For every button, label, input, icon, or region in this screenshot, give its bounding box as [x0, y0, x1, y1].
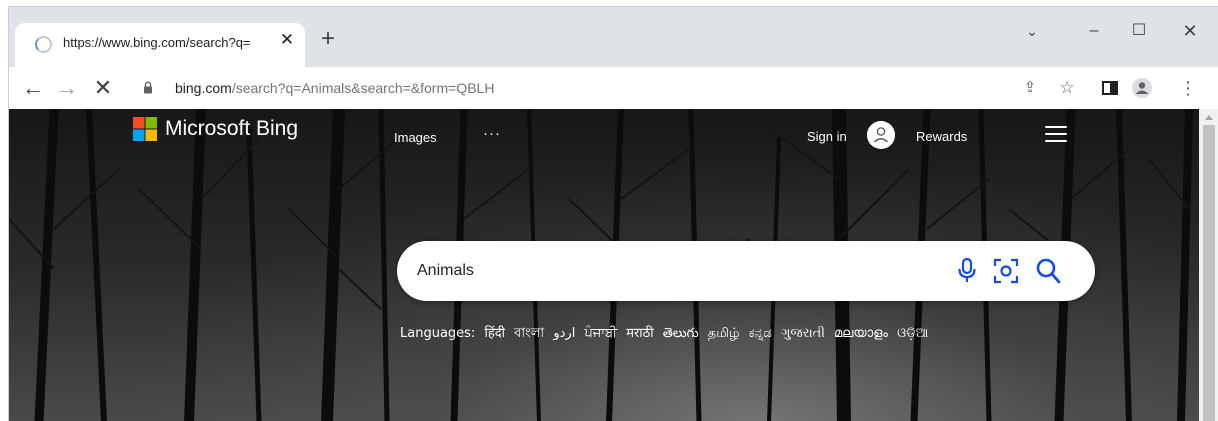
- rewards-link[interactable]: Rewards: [916, 129, 967, 144]
- lock-icon[interactable]: [143, 81, 153, 94]
- microphone-icon[interactable]: [956, 257, 978, 285]
- tab-title: https://www.bing.com/search?q=: [63, 35, 251, 50]
- url-text: bing.com/search?q=Animals&search=&form=Q…: [175, 80, 494, 96]
- bing-header: Microsoft Bing Images ··· Sign in Reward…: [9, 109, 1199, 169]
- language-link-kannada[interactable]: ಕನ್ನಡ: [749, 326, 772, 341]
- address-bar[interactable]: bing.com/search?q=Animals&search=&form=Q…: [127, 73, 1087, 103]
- hamburger-line: [1045, 126, 1067, 128]
- visual-search-icon[interactable]: [993, 258, 1019, 284]
- forward-button[interactable]: →: [53, 74, 81, 102]
- close-window-button[interactable]: ✕: [1175, 19, 1205, 43]
- logo-square-red: [133, 117, 145, 129]
- hamburger-menu-icon[interactable]: [1045, 126, 1067, 144]
- spinner-icon: [35, 36, 52, 53]
- search-input[interactable]: [417, 259, 937, 283]
- maximize-button[interactable]: ☐: [1124, 19, 1154, 43]
- language-link-tamil[interactable]: தமிழ்: [708, 326, 740, 341]
- language-link-malayalam[interactable]: മലയാളം: [834, 326, 888, 341]
- hamburger-line: [1045, 140, 1067, 142]
- page-viewport: Microsoft Bing Images ··· Sign in Reward…: [9, 109, 1218, 421]
- back-button[interactable]: ←: [19, 74, 47, 102]
- new-tab-button[interactable]: +: [315, 27, 341, 53]
- search-box[interactable]: [397, 241, 1095, 301]
- language-link-gujarati[interactable]: ગુજરાતી: [781, 326, 825, 341]
- browser-toolbar: ← → ✕ bing.com/search?q=Animals&search=&…: [9, 67, 1218, 109]
- language-link-bangla[interactable]: বাংলা: [514, 326, 544, 341]
- url-path: /search?q=Animals&search=&form=QBLH: [231, 80, 495, 96]
- language-link-hindi[interactable]: हिंदी: [484, 326, 505, 341]
- languages-row: Languages: हिंदी বাংলা اردو ਪੰਜਾਬੀ मराठी…: [400, 323, 928, 345]
- scrollbar-thumb[interactable]: [1203, 125, 1215, 421]
- logo-square-green: [145, 117, 157, 129]
- browser-window: https://www.bing.com/search?q= ✕ + ⌄ – ☐…: [8, 6, 1218, 421]
- languages-label: Languages:: [400, 326, 476, 341]
- hamburger-line: [1045, 133, 1067, 135]
- logo-square-yellow: [145, 129, 157, 141]
- more-menu-icon[interactable]: ···: [483, 125, 501, 142]
- language-link-marathi[interactable]: मराठी: [626, 326, 653, 341]
- tab-search-chevron-icon[interactable]: ⌄: [1017, 19, 1047, 43]
- vertical-scrollbar[interactable]: [1199, 109, 1218, 421]
- url-host: bing.com: [175, 80, 232, 96]
- sign-in-link[interactable]: Sign in: [807, 129, 847, 144]
- tab-close-icon[interactable]: ✕: [277, 30, 297, 50]
- language-link-urdu[interactable]: اردو: [553, 326, 575, 341]
- share-icon[interactable]: ⇪: [1019, 77, 1041, 99]
- logo-square-blue: [133, 129, 145, 141]
- bookmark-star-icon[interactable]: ☆: [1056, 77, 1078, 99]
- side-panel-icon[interactable]: [1099, 77, 1121, 99]
- microsoft-logo-icon[interactable]: [133, 117, 157, 141]
- minimize-button[interactable]: –: [1079, 19, 1109, 43]
- scroll-up-arrow-icon[interactable]: [1205, 115, 1213, 120]
- tab-strip: https://www.bing.com/search?q= ✕ + ⌄ – ☐…: [9, 7, 1218, 67]
- avatar-icon[interactable]: [867, 121, 895, 149]
- search-icon[interactable]: [1035, 257, 1061, 285]
- images-link[interactable]: Images: [394, 130, 437, 145]
- language-link-telugu[interactable]: తెలుగు: [663, 326, 699, 341]
- profile-icon[interactable]: [1131, 77, 1153, 99]
- language-link-odia[interactable]: ଓଡ଼ିଆ: [897, 326, 928, 341]
- browser-tab[interactable]: https://www.bing.com/search?q= ✕: [15, 23, 305, 67]
- stop-loading-button[interactable]: ✕: [89, 74, 117, 102]
- brand-name[interactable]: Microsoft Bing: [165, 117, 298, 141]
- language-link-punjabi[interactable]: ਪੰਜਾਬੀ: [584, 326, 617, 341]
- browser-menu-icon[interactable]: ⋮: [1177, 77, 1199, 99]
